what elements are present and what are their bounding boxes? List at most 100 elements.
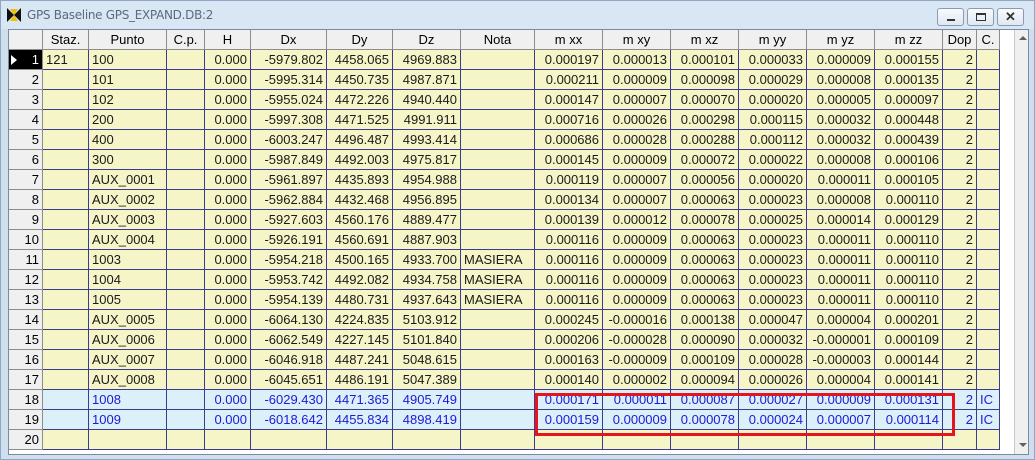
column-header-c[interactable]: C. — [977, 30, 1000, 50]
dz-cell[interactable]: 4887.903 — [393, 230, 461, 250]
punto-cell[interactable]: AUX_0005 — [89, 310, 167, 330]
mxz-cell[interactable]: 0.000072 — [671, 150, 739, 170]
punto-cell[interactable]: AUX_0006 — [89, 330, 167, 350]
punto-cell[interactable]: 1004 — [89, 270, 167, 290]
row-header[interactable]: 16 — [9, 350, 43, 370]
staz-cell[interactable] — [43, 90, 89, 110]
myz-cell[interactable]: 0.000008 — [807, 70, 875, 90]
mxx-cell[interactable]: 0.000206 — [535, 330, 603, 350]
myy-cell[interactable]: 0.000025 — [739, 210, 807, 230]
punto-cell[interactable]: 100 — [89, 50, 167, 70]
dop-cell[interactable]: 2 — [943, 250, 977, 270]
dx-cell[interactable]: -5997.308 — [251, 110, 327, 130]
staz-cell[interactable] — [43, 370, 89, 390]
dx-cell[interactable]: -5962.884 — [251, 190, 327, 210]
scroll-up-button[interactable] — [1015, 30, 1028, 47]
mzz-cell[interactable]: 0.000141 — [875, 370, 943, 390]
myz-cell[interactable]: 0.000008 — [807, 150, 875, 170]
staz-cell[interactable] — [43, 410, 89, 430]
c-cell[interactable] — [977, 70, 1000, 90]
punto-cell[interactable]: AUX_0003 — [89, 210, 167, 230]
dz-cell[interactable]: 4969.883 — [393, 50, 461, 70]
vertical-scrollbar[interactable] — [1014, 30, 1028, 454]
dop-cell[interactable]: 2 — [943, 130, 977, 150]
staz-cell[interactable] — [43, 250, 89, 270]
cp-cell[interactable] — [167, 370, 205, 390]
dop-cell[interactable]: 2 — [943, 170, 977, 190]
staz-cell[interactable] — [43, 210, 89, 230]
dz-cell[interactable]: 5048.615 — [393, 350, 461, 370]
column-header-staz[interactable]: Staz. — [43, 30, 89, 50]
maximize-button[interactable] — [967, 8, 994, 26]
close-button[interactable]: ✕ — [997, 8, 1024, 26]
row-header[interactable]: 2 — [9, 70, 43, 90]
nota-cell[interactable] — [461, 150, 535, 170]
cp-cell[interactable] — [167, 250, 205, 270]
dy-cell[interactable]: 4435.893 — [327, 170, 393, 190]
h-cell[interactable]: 0.000 — [205, 50, 251, 70]
c-cell[interactable] — [977, 290, 1000, 310]
dx-cell[interactable]: -5926.191 — [251, 230, 327, 250]
nota-cell[interactable] — [461, 130, 535, 150]
column-header-mzz[interactable]: m zz — [875, 30, 943, 50]
h-cell[interactable]: 0.000 — [205, 250, 251, 270]
mxy-cell[interactable]: -0.000028 — [603, 330, 671, 350]
staz-cell[interactable] — [43, 110, 89, 130]
mxy-cell[interactable]: 0.000012 — [603, 210, 671, 230]
myy-cell[interactable]: 0.000112 — [739, 130, 807, 150]
staz-cell[interactable] — [43, 150, 89, 170]
mzz-cell[interactable]: 0.000448 — [875, 110, 943, 130]
dz-cell[interactable]: 5101.840 — [393, 330, 461, 350]
dop-cell[interactable]: 2 — [943, 370, 977, 390]
dop-cell[interactable]: 2 — [943, 290, 977, 310]
myz-cell[interactable]: 0.000004 — [807, 310, 875, 330]
h-cell[interactable]: 0.000 — [205, 190, 251, 210]
data-grid[interactable]: Staz. Punto C.p. H Dx Dy Dz Nota m xx m xy m xz m y… — [8, 29, 1029, 455]
dz-cell[interactable]: 4889.477 — [393, 210, 461, 230]
column-header-nota[interactable]: Nota — [461, 30, 535, 50]
dz-cell[interactable]: 4934.758 — [393, 270, 461, 290]
c-cell[interactable] — [977, 190, 1000, 210]
mxy-cell[interactable]: 0.000007 — [603, 170, 671, 190]
mxz-cell[interactable]: 0.000090 — [671, 330, 739, 350]
cp-cell[interactable] — [167, 150, 205, 170]
nota-cell[interactable] — [461, 70, 535, 90]
myz-cell[interactable]: 0.000011 — [807, 230, 875, 250]
c-cell[interactable] — [977, 90, 1000, 110]
dy-cell[interactable]: 4560.176 — [327, 210, 393, 230]
mxx-cell[interactable]: 0.000716 — [535, 110, 603, 130]
row-header[interactable]: 4 — [9, 110, 43, 130]
cp-cell[interactable] — [167, 330, 205, 350]
myz-cell[interactable]: 0.000032 — [807, 130, 875, 150]
myy-cell[interactable]: 0.000020 — [739, 90, 807, 110]
dx-cell[interactable]: -5954.139 — [251, 290, 327, 310]
cp-cell[interactable] — [167, 50, 205, 70]
myy-cell[interactable]: 0.000047 — [739, 310, 807, 330]
mxy-cell[interactable]: -0.000016 — [603, 310, 671, 330]
c-cell[interactable] — [977, 110, 1000, 130]
dy-cell[interactable]: 4458.065 — [327, 50, 393, 70]
myy-cell[interactable]: 0.000022 — [739, 150, 807, 170]
mzz-cell[interactable]: 0.000105 — [875, 170, 943, 190]
c-cell[interactable] — [977, 250, 1000, 270]
nota-cell[interactable] — [461, 370, 535, 390]
dz-cell[interactable] — [393, 430, 461, 450]
dy-cell[interactable]: 4472.226 — [327, 90, 393, 110]
mxy-cell[interactable]: 0.000007 — [603, 190, 671, 210]
myy-cell[interactable]: 0.000033 — [739, 50, 807, 70]
staz-cell[interactable] — [43, 130, 89, 150]
cp-cell[interactable] — [167, 310, 205, 330]
punto-cell[interactable] — [89, 430, 167, 450]
column-header-punto[interactable]: Punto — [89, 30, 167, 50]
dop-cell[interactable]: 2 — [943, 230, 977, 250]
dop-cell[interactable]: 2 — [943, 190, 977, 210]
column-header-dx[interactable]: Dx — [251, 30, 327, 50]
row-header[interactable]: 18 — [9, 390, 43, 410]
c-cell[interactable] — [977, 330, 1000, 350]
dop-cell[interactable]: 2 — [943, 270, 977, 290]
mxx-cell[interactable]: 0.000119 — [535, 170, 603, 190]
c-cell[interactable] — [977, 430, 1000, 450]
dz-cell[interactable]: 4987.871 — [393, 70, 461, 90]
cp-cell[interactable] — [167, 110, 205, 130]
h-cell[interactable]: 0.000 — [205, 370, 251, 390]
